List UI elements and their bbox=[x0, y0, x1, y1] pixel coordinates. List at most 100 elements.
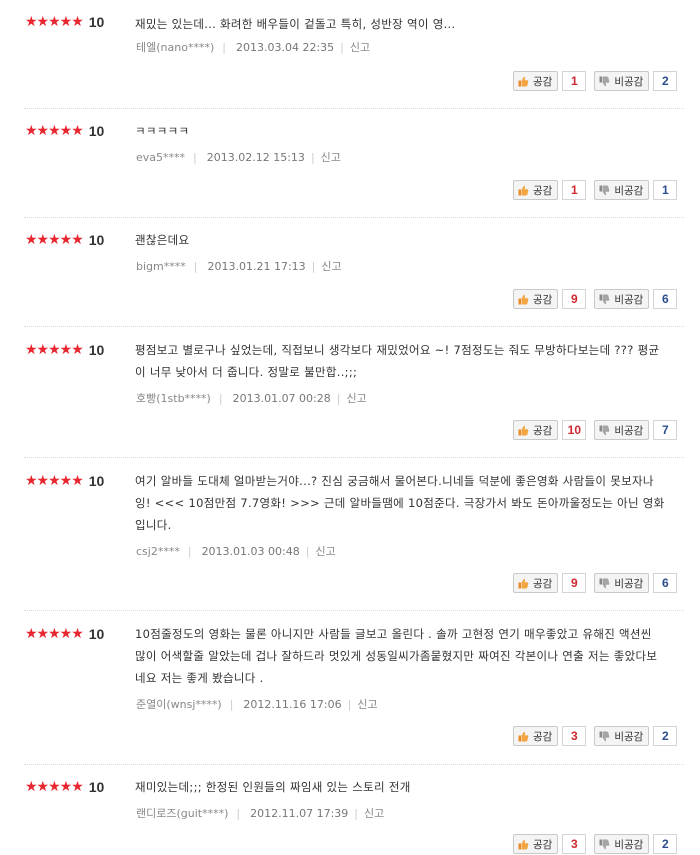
dislike-button[interactable]: 비공감 bbox=[594, 726, 650, 746]
separator: | bbox=[222, 40, 226, 54]
divider bbox=[24, 457, 684, 458]
review-user[interactable]: 테엘(nano****) bbox=[136, 39, 214, 55]
like-count: 10 bbox=[562, 420, 587, 440]
separator: | bbox=[336, 391, 341, 405]
like-button[interactable]: 공감 bbox=[513, 180, 559, 200]
thumbs-up-icon bbox=[518, 839, 529, 849]
review-meta: csj2**** | 2013.01.03 00:48 | 신고 bbox=[136, 543, 336, 559]
report-link[interactable]: 신고 bbox=[350, 39, 370, 55]
divider bbox=[24, 764, 684, 765]
like-count: 1 bbox=[562, 71, 587, 91]
review-text: 10점줄정도의 영화는 물론 아니지만 사람들 글보고 올린다 . 솔까 고현정… bbox=[135, 627, 658, 685]
dislike-button[interactable]: 비공감 bbox=[594, 180, 650, 200]
separator: | bbox=[347, 697, 352, 711]
dislike-button[interactable]: 비공감 bbox=[594, 834, 650, 854]
dislike-count: 1 bbox=[653, 180, 678, 200]
review-user[interactable]: eva5**** bbox=[136, 151, 185, 164]
review-date: 2013.01.03 00:48 bbox=[201, 544, 300, 558]
review-date: 2012.11.07 17:39 bbox=[250, 806, 349, 820]
thumbs-up-icon bbox=[518, 185, 529, 195]
like-label: 공감 bbox=[533, 75, 553, 88]
like-button[interactable]: 공감 bbox=[513, 71, 559, 91]
rating: ★★★★★ 10 bbox=[25, 342, 104, 358]
like-button[interactable]: 공감 bbox=[513, 289, 559, 309]
like-button[interactable]: 공감 bbox=[513, 726, 559, 746]
thumbs-up-icon bbox=[518, 425, 529, 435]
dislike-button[interactable]: 비공감 bbox=[594, 573, 650, 593]
like-button[interactable]: 공감 bbox=[513, 420, 559, 440]
review-user[interactable]: 랜디로즈(guit****) bbox=[136, 805, 228, 821]
dislike-label: 비공감 bbox=[614, 184, 644, 197]
star-rating-icon: ★★★★★ bbox=[25, 473, 84, 489]
thumbs-down-icon bbox=[599, 731, 610, 741]
vote-actions: 공감 3 비공감 2 bbox=[513, 833, 678, 855]
dislike-count: 2 bbox=[653, 834, 678, 854]
divider bbox=[24, 217, 684, 218]
vote-actions: 공감 3 비공감 2 bbox=[513, 725, 678, 747]
separator: | bbox=[193, 150, 197, 164]
like-label: 공감 bbox=[533, 293, 553, 306]
like-label: 공감 bbox=[533, 730, 553, 743]
thumbs-down-icon bbox=[599, 425, 610, 435]
dislike-button[interactable]: 비공감 bbox=[594, 289, 650, 309]
like-button[interactable]: 공감 bbox=[513, 834, 559, 854]
divider bbox=[24, 326, 684, 327]
vote-actions: 공감 1 비공감 2 bbox=[513, 70, 678, 92]
dislike-button[interactable]: 비공감 bbox=[594, 71, 650, 91]
rating-score: 10 bbox=[88, 232, 105, 248]
star-rating-icon: ★★★★★ bbox=[25, 626, 84, 642]
dislike-count: 6 bbox=[653, 289, 678, 309]
review-user[interactable]: csj2**** bbox=[136, 545, 180, 558]
vote-actions: 공감 1 비공감 1 bbox=[513, 179, 678, 201]
dislike-label: 비공감 bbox=[614, 75, 644, 88]
like-label: 공감 bbox=[533, 184, 553, 197]
report-link[interactable]: 신고 bbox=[364, 805, 384, 821]
separator: | bbox=[236, 806, 241, 820]
rating-score: 10 bbox=[88, 123, 105, 139]
review-meta: 호빵(1stb****) | 2013.01.07 00:28 | 신고 bbox=[136, 390, 367, 406]
rating-score: 10 bbox=[88, 473, 105, 489]
review-text: 여기 알바들 도대체 얼마받는거야...? 진심 궁금해서 물어본다.니네들 덕… bbox=[135, 474, 665, 532]
report-link[interactable]: 신고 bbox=[321, 258, 341, 274]
star-rating-icon: ★★★★★ bbox=[25, 14, 84, 30]
thumbs-up-icon bbox=[518, 578, 529, 588]
report-link[interactable]: 신고 bbox=[346, 390, 366, 406]
review-user[interactable]: bigm**** bbox=[136, 260, 186, 273]
separator: | bbox=[218, 391, 223, 405]
like-label: 공감 bbox=[533, 577, 553, 590]
dislike-label: 비공감 bbox=[614, 838, 644, 851]
like-count: 3 bbox=[562, 834, 587, 854]
rating-score: 10 bbox=[88, 14, 105, 30]
thumbs-down-icon bbox=[599, 76, 610, 86]
like-count: 1 bbox=[562, 180, 587, 200]
separator: | bbox=[305, 544, 310, 558]
dislike-button[interactable]: 비공감 bbox=[594, 420, 650, 440]
separator: | bbox=[193, 259, 198, 273]
separator: | bbox=[340, 40, 344, 54]
dislike-count: 2 bbox=[653, 726, 678, 746]
review-user[interactable]: 호빵(1stb****) bbox=[136, 390, 211, 406]
rating: ★★★★★ 10 bbox=[25, 626, 104, 642]
star-rating-icon: ★★★★★ bbox=[25, 123, 84, 139]
vote-actions: 공감 10 비공감 7 bbox=[513, 419, 678, 441]
thumbs-up-icon bbox=[518, 76, 529, 86]
separator: | bbox=[229, 697, 234, 711]
dislike-count: 2 bbox=[653, 71, 678, 91]
review-date: 2012.11.16 17:06 bbox=[243, 697, 342, 711]
dislike-label: 비공감 bbox=[614, 730, 644, 743]
report-link[interactable]: 신고 bbox=[321, 149, 341, 165]
review-text: 재미있는데;;; 한정된 인원들의 짜임새 있는 스토리 전개 bbox=[135, 780, 411, 794]
report-link[interactable]: 신고 bbox=[357, 696, 377, 712]
divider bbox=[24, 108, 684, 109]
divider bbox=[24, 610, 684, 611]
review-user[interactable]: 준열이(wnsj****) bbox=[136, 696, 222, 712]
report-link[interactable]: 신고 bbox=[315, 543, 335, 559]
like-count: 9 bbox=[562, 573, 587, 593]
review-date: 2013.02.12 15:13 bbox=[206, 150, 305, 164]
review-text: ㅋㅋㅋㅋㅋ bbox=[135, 124, 190, 138]
rating-score: 10 bbox=[88, 626, 105, 642]
vote-actions: 공감 9 비공감 6 bbox=[513, 288, 678, 310]
like-button[interactable]: 공감 bbox=[513, 573, 559, 593]
like-count: 3 bbox=[562, 726, 587, 746]
rating: ★★★★★ 10 bbox=[25, 123, 104, 139]
